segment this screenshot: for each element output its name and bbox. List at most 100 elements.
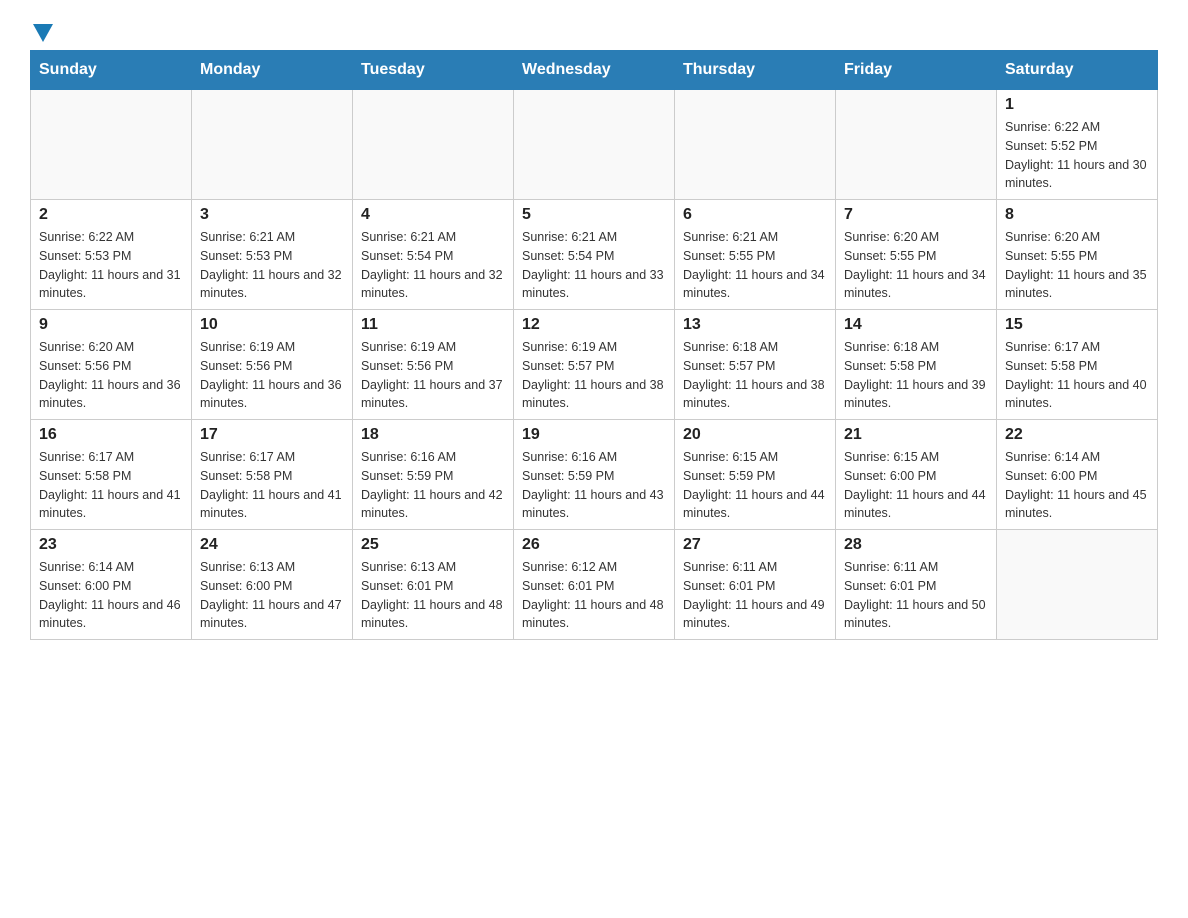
day-info: Sunrise: 6:20 AMSunset: 5:56 PMDaylight:… [39, 338, 183, 413]
page-header [30, 20, 1158, 40]
day-info: Sunrise: 6:11 AMSunset: 6:01 PMDaylight:… [844, 558, 988, 633]
calendar-cell: 5 Sunrise: 6:21 AMSunset: 5:54 PMDaylight… [514, 200, 675, 310]
day-number: 16 [39, 426, 183, 444]
day-info: Sunrise: 6:21 AMSunset: 5:53 PMDaylight:… [200, 228, 344, 303]
day-info: Sunrise: 6:20 AMSunset: 5:55 PMDaylight:… [844, 228, 988, 303]
calendar-cell: 27 Sunrise: 6:11 AMSunset: 6:01 PMDayligh… [675, 530, 836, 640]
day-number: 9 [39, 316, 183, 334]
weekday-header-monday: Monday [192, 51, 353, 90]
day-info: Sunrise: 6:13 AMSunset: 6:01 PMDaylight:… [361, 558, 505, 633]
logo-triangle-icon [33, 24, 53, 42]
day-number: 15 [1005, 316, 1149, 334]
day-number: 25 [361, 536, 505, 554]
day-info: Sunrise: 6:21 AMSunset: 5:54 PMDaylight:… [522, 228, 666, 303]
logo [30, 20, 53, 40]
weekday-header-thursday: Thursday [675, 51, 836, 90]
day-number: 28 [844, 536, 988, 554]
calendar-cell: 10Sunrise: 6:19 AMSunset: 5:56 PMDayligh… [192, 310, 353, 420]
day-number: 14 [844, 316, 988, 334]
calendar-cell [675, 90, 836, 200]
day-number: 13 [683, 316, 827, 334]
calendar-cell: 15 Sunrise: 6:17 AMSunset: 5:58 PMDayligh… [997, 310, 1158, 420]
day-number: 8 [1005, 206, 1149, 224]
calendar-week-row: 23 Sunrise: 6:14 AMSunset: 6:00 PMDayligh… [31, 530, 1158, 640]
day-info: Sunrise: 6:12 AMSunset: 6:01 PMDaylight:… [522, 558, 666, 633]
day-info: Sunrise: 6:18 AMSunset: 5:57 PMDaylight:… [683, 338, 827, 413]
calendar-cell: 9 Sunrise: 6:20 AMSunset: 5:56 PMDaylight… [31, 310, 192, 420]
day-number: 5 [522, 206, 666, 224]
day-number: 3 [200, 206, 344, 224]
calendar-cell: 19 Sunrise: 6:16 AMSunset: 5:59 PMDayligh… [514, 420, 675, 530]
weekday-header-saturday: Saturday [997, 51, 1158, 90]
calendar-week-row: 16 Sunrise: 6:17 AMSunset: 5:58 PMDayligh… [31, 420, 1158, 530]
day-info: Sunrise: 6:17 AMSunset: 5:58 PMDaylight:… [200, 448, 344, 523]
day-number: 17 [200, 426, 344, 444]
day-number: 4 [361, 206, 505, 224]
day-number: 20 [683, 426, 827, 444]
calendar-cell [192, 90, 353, 200]
calendar-cell: 1 Sunrise: 6:22 AMSunset: 5:52 PMDaylight… [997, 90, 1158, 200]
calendar-cell: 18Sunrise: 6:16 AMSunset: 5:59 PMDayligh… [353, 420, 514, 530]
day-info: Sunrise: 6:15 AMSunset: 5:59 PMDaylight:… [683, 448, 827, 523]
day-number: 19 [522, 426, 666, 444]
day-number: 22 [1005, 426, 1149, 444]
calendar-cell: 3 Sunrise: 6:21 AMSunset: 5:53 PMDaylight… [192, 200, 353, 310]
calendar-cell [31, 90, 192, 200]
calendar-cell: 20 Sunrise: 6:15 AMSunset: 5:59 PMDayligh… [675, 420, 836, 530]
day-info: Sunrise: 6:14 AMSunset: 6:00 PMDaylight:… [1005, 448, 1149, 523]
day-number: 18 [361, 426, 505, 444]
calendar-table: SundayMondayTuesdayWednesdayThursdayFrid… [30, 50, 1158, 640]
weekday-header-friday: Friday [836, 51, 997, 90]
calendar-cell: 12 Sunrise: 6:19 AMSunset: 5:57 PMDayligh… [514, 310, 675, 420]
calendar-cell: 21Sunrise: 6:15 AMSunset: 6:00 PMDayligh… [836, 420, 997, 530]
day-info: Sunrise: 6:20 AMSunset: 5:55 PMDaylight:… [1005, 228, 1149, 303]
calendar-cell: 28 Sunrise: 6:11 AMSunset: 6:01 PMDayligh… [836, 530, 997, 640]
day-info: Sunrise: 6:17 AMSunset: 5:58 PMDaylight:… [1005, 338, 1149, 413]
day-number: 26 [522, 536, 666, 554]
weekday-header-wednesday: Wednesday [514, 51, 675, 90]
day-info: Sunrise: 6:16 AMSunset: 5:59 PMDaylight:… [522, 448, 666, 523]
calendar-cell: 8 Sunrise: 6:20 AMSunset: 5:55 PMDaylight… [997, 200, 1158, 310]
weekday-header-sunday: Sunday [31, 51, 192, 90]
calendar-cell [514, 90, 675, 200]
day-info: Sunrise: 6:22 AMSunset: 5:52 PMDaylight:… [1005, 118, 1149, 193]
day-number: 2 [39, 206, 183, 224]
calendar-cell: 7 Sunrise: 6:20 AMSunset: 5:55 PMDaylight… [836, 200, 997, 310]
calendar-cell [353, 90, 514, 200]
calendar-cell: 13 Sunrise: 6:18 AMSunset: 5:57 PMDayligh… [675, 310, 836, 420]
calendar-cell: 24Sunrise: 6:13 AMSunset: 6:00 PMDayligh… [192, 530, 353, 640]
calendar-cell: 26 Sunrise: 6:12 AMSunset: 6:01 PMDayligh… [514, 530, 675, 640]
weekday-header-row: SundayMondayTuesdayWednesdayThursdayFrid… [31, 51, 1158, 90]
day-number: 23 [39, 536, 183, 554]
calendar-cell: 6 Sunrise: 6:21 AMSunset: 5:55 PMDaylight… [675, 200, 836, 310]
day-info: Sunrise: 6:17 AMSunset: 5:58 PMDaylight:… [39, 448, 183, 523]
calendar-cell: 25 Sunrise: 6:13 AMSunset: 6:01 PMDayligh… [353, 530, 514, 640]
day-info: Sunrise: 6:19 AMSunset: 5:56 PMDaylight:… [200, 338, 344, 413]
calendar-cell: 16 Sunrise: 6:17 AMSunset: 5:58 PMDayligh… [31, 420, 192, 530]
calendar-cell [836, 90, 997, 200]
calendar-cell: 22 Sunrise: 6:14 AMSunset: 6:00 PMDayligh… [997, 420, 1158, 530]
day-number: 12 [522, 316, 666, 334]
day-info: Sunrise: 6:13 AMSunset: 6:00 PMDaylight:… [200, 558, 344, 633]
day-info: Sunrise: 6:14 AMSunset: 6:00 PMDaylight:… [39, 558, 183, 633]
calendar-cell [997, 530, 1158, 640]
day-info: Sunrise: 6:19 AMSunset: 5:57 PMDaylight:… [522, 338, 666, 413]
calendar-cell: 2 Sunrise: 6:22 AMSunset: 5:53 PMDaylight… [31, 200, 192, 310]
calendar-cell: 17 Sunrise: 6:17 AMSunset: 5:58 PMDayligh… [192, 420, 353, 530]
day-number: 1 [1005, 96, 1149, 114]
day-info: Sunrise: 6:21 AMSunset: 5:55 PMDaylight:… [683, 228, 827, 303]
calendar-cell: 14 Sunrise: 6:18 AMSunset: 5:58 PMDayligh… [836, 310, 997, 420]
weekday-header-tuesday: Tuesday [353, 51, 514, 90]
calendar-week-row: 9 Sunrise: 6:20 AMSunset: 5:56 PMDaylight… [31, 310, 1158, 420]
day-number: 6 [683, 206, 827, 224]
calendar-week-row: 1 Sunrise: 6:22 AMSunset: 5:52 PMDaylight… [31, 90, 1158, 200]
day-info: Sunrise: 6:22 AMSunset: 5:53 PMDaylight:… [39, 228, 183, 303]
day-number: 27 [683, 536, 827, 554]
day-number: 7 [844, 206, 988, 224]
calendar-cell: 4 Sunrise: 6:21 AMSunset: 5:54 PMDaylight… [353, 200, 514, 310]
day-info: Sunrise: 6:18 AMSunset: 5:58 PMDaylight:… [844, 338, 988, 413]
day-info: Sunrise: 6:11 AMSunset: 6:01 PMDaylight:… [683, 558, 827, 633]
day-number: 11 [361, 316, 505, 334]
day-info: Sunrise: 6:21 AMSunset: 5:54 PMDaylight:… [361, 228, 505, 303]
calendar-cell: 11Sunrise: 6:19 AMSunset: 5:56 PMDayligh… [353, 310, 514, 420]
